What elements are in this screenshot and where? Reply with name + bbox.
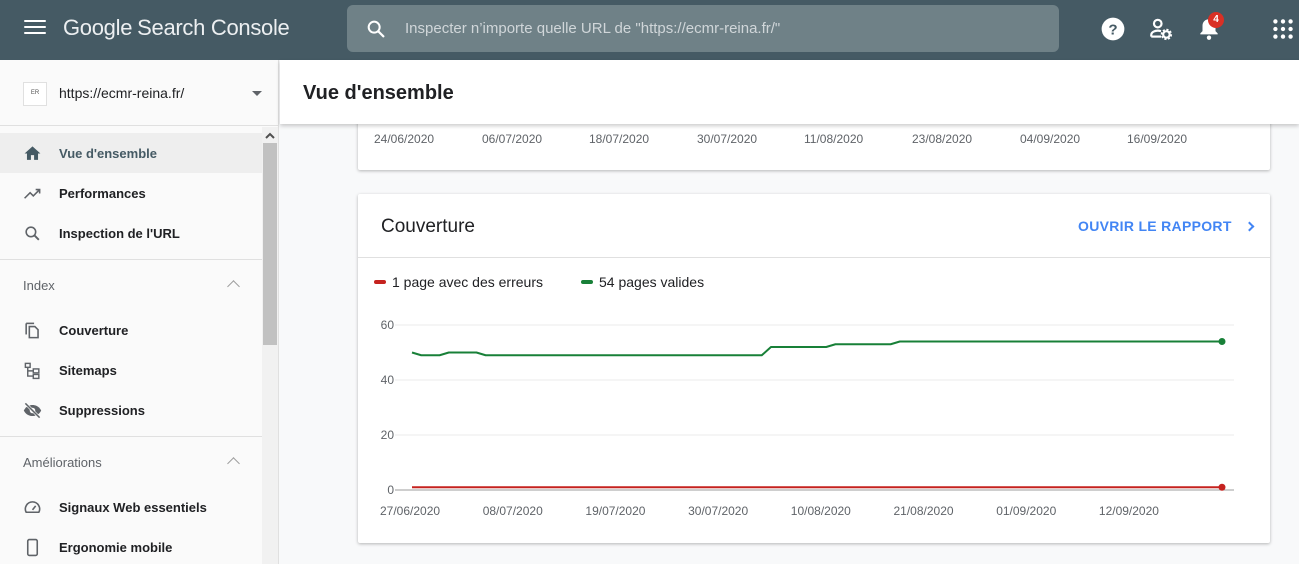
series-line-valid [411, 340, 1222, 357]
legend-valid[interactable]: 54 pages valides [581, 274, 704, 290]
series-endpoint-valid [1218, 338, 1226, 345]
top-app-bar: GoogleSearch Console ? 4 [0, 0, 1299, 60]
sidebar-item-label: Sitemaps [59, 362, 117, 378]
x-tick-label: 19/07/2020 [585, 504, 645, 518]
sidebar: ER https://ecmr-reina.fr/ Vue d'ensemble… [0, 60, 279, 564]
card-title: Couverture [381, 216, 475, 237]
x-tick-label: 24/06/2020 [374, 132, 435, 146]
sidebar-item-sitemaps[interactable]: Sitemaps [0, 350, 262, 390]
copy-pages-icon [25, 322, 39, 339]
sitemap-icon [24, 362, 40, 380]
product-name: Search Console [137, 15, 290, 40]
sidebar-item-label: Couverture [59, 322, 129, 338]
chevron-up-icon[interactable] [227, 457, 240, 470]
sidebar-item-performance[interactable]: Performances [0, 173, 262, 213]
x-tick-label: 12/09/2020 [1099, 504, 1159, 518]
trending-up-icon [24, 188, 41, 199]
x-tick-label: 10/08/2020 [791, 504, 851, 518]
x-tick-label: 23/08/2020 [912, 132, 973, 146]
chevron-up-icon[interactable] [227, 280, 240, 293]
y-tick-label: 0 [387, 483, 394, 497]
user-settings-icon[interactable] [1148, 16, 1174, 42]
coverage-line-chart: 0 20 40 60 27/06/2020 08/07/2020 19/07/2020 30… [380, 318, 1234, 518]
legend-swatch-errors [374, 280, 386, 284]
sidebar-scrollbar[interactable] [262, 127, 278, 564]
section-header-index[interactable]: Index [0, 260, 262, 310]
google-wordmark: Google [63, 15, 133, 40]
svg-text:?: ? [1108, 21, 1117, 38]
sidebar-item-removals[interactable]: Suppressions [0, 390, 262, 430]
dropdown-caret-icon [252, 91, 262, 96]
url-inspection-search[interactable] [347, 5, 1059, 52]
open-report-link[interactable]: OUVRIR LE RAPPORT [1078, 218, 1255, 234]
card-divider [358, 257, 1270, 258]
sidebar-item-label: Signaux Web essentiels [59, 499, 207, 515]
x-tick-label: 16/09/2020 [1127, 132, 1188, 146]
help-icon[interactable]: ? [1100, 16, 1126, 42]
sidebar-item-coverage[interactable]: Couverture [0, 310, 262, 350]
property-favicon: ER [23, 82, 47, 106]
search-icon [367, 20, 385, 38]
legend-swatch-valid [581, 280, 593, 284]
hamburger-menu-icon[interactable] [24, 20, 46, 38]
apps-grid-icon[interactable] [1270, 16, 1296, 42]
sidebar-item-core-web-vitals[interactable]: Signaux Web essentiels [0, 487, 262, 527]
sidebar-item-label: Performances [59, 185, 146, 201]
x-tick-label: 21/08/2020 [894, 504, 954, 518]
sidebar-nav: Vue d'ensemble Performances Inspection d… [0, 127, 262, 564]
eye-off-icon [23, 402, 42, 419]
app-logo[interactable]: Google Search Console [63, 15, 290, 41]
sidebar-item-overview[interactable]: Vue d'ensemble [0, 133, 262, 173]
legend-errors[interactable]: 1 page avec des erreurs [374, 274, 543, 290]
x-tick-label: 18/07/2020 [589, 132, 650, 146]
x-tick-label: 01/09/2020 [996, 504, 1056, 518]
section-label: Améliorations [23, 455, 102, 470]
page-title: Vue d'ensemble [303, 82, 454, 104]
x-tick-label: 11/08/2020 [804, 132, 864, 146]
series-endpoint-errors [1218, 483, 1226, 491]
x-tick-label: 06/07/2020 [482, 132, 543, 146]
y-tick-label: 60 [381, 318, 395, 332]
y-tick-label: 20 [381, 428, 395, 442]
x-tick-label: 27/06/2020 [380, 504, 440, 518]
legend-label: 54 pages valides [599, 274, 705, 290]
x-tick-label: 30/07/2020 [688, 504, 748, 518]
coverage-card: Couverture OUVRIR LE RAPPORT 1 page avec… [358, 194, 1270, 543]
open-report-label: OUVRIR LE RAPPORT [1078, 218, 1232, 234]
legend-label: 1 page avec des erreurs [392, 274, 543, 290]
y-tick-label: 40 [381, 373, 395, 387]
sidebar-item-mobile-usability[interactable]: Ergonomie mobile [0, 527, 262, 564]
sidebar-item-label: Suppressions [59, 402, 145, 418]
scrollbar-thumb[interactable] [263, 143, 277, 345]
property-selector[interactable]: ER https://ecmr-reina.fr/ [0, 60, 278, 126]
sidebar-item-label: Inspection de l'URL [59, 225, 180, 241]
url-inspection-input[interactable] [405, 5, 1045, 52]
chevron-right-icon [1244, 221, 1255, 232]
notification-count-badge: 4 [1208, 12, 1224, 28]
search-icon [25, 226, 40, 241]
x-tick-label: 08/07/2020 [483, 504, 543, 518]
smartphone-icon [26, 538, 39, 557]
section-label: Index [23, 278, 55, 293]
page-header: Vue d'ensemble [280, 60, 1299, 124]
property-url: https://ecmr-reina.fr/ [59, 85, 185, 101]
x-tick-label: 04/09/2020 [1020, 132, 1081, 146]
sidebar-item-url-inspection[interactable]: Inspection de l'URL [0, 213, 262, 253]
sidebar-item-label: Vue d'ensemble [59, 145, 157, 161]
home-icon [24, 146, 41, 160]
scroll-up-arrow-icon[interactable] [265, 131, 275, 141]
speedometer-icon [24, 501, 41, 514]
sidebar-item-label: Ergonomie mobile [59, 539, 173, 555]
section-header-improvements[interactable]: Améliorations [0, 437, 262, 487]
x-tick-label: 30/07/2020 [697, 132, 758, 146]
